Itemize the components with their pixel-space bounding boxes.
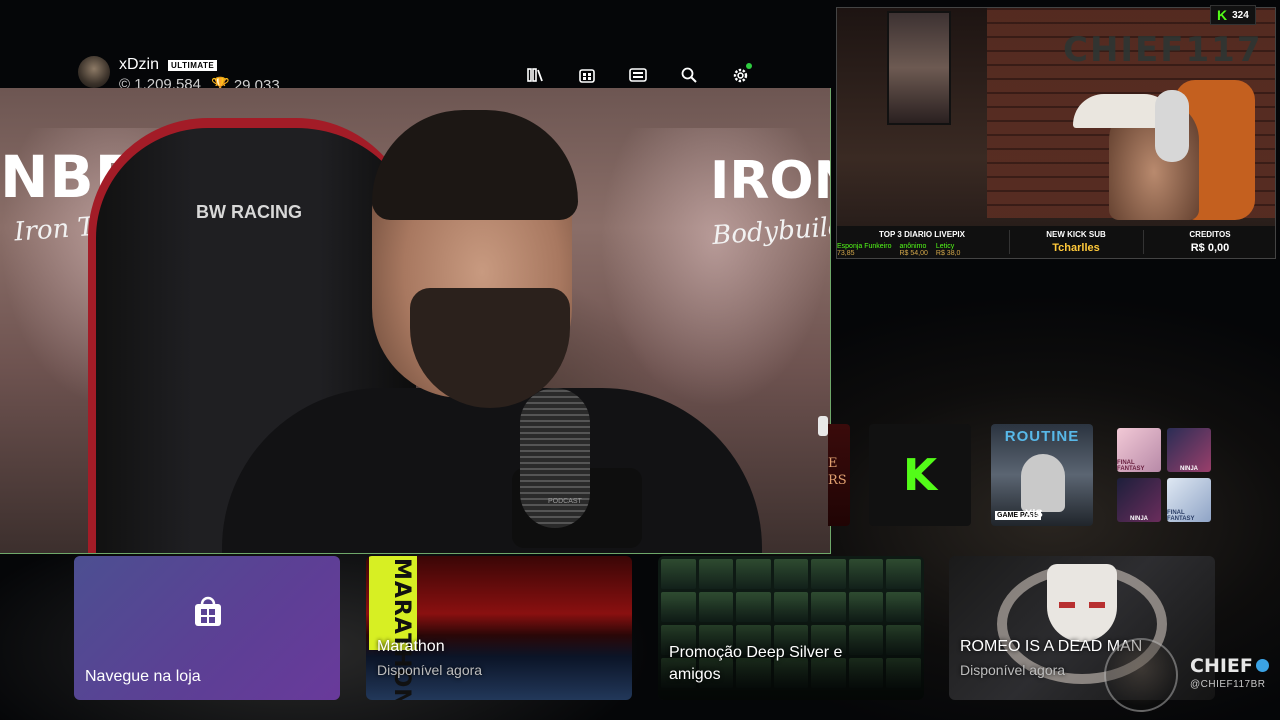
headset bbox=[1155, 90, 1189, 162]
wall-poster bbox=[887, 11, 951, 125]
marathon-logo: MARATHON bbox=[389, 558, 414, 700]
divider bbox=[1143, 230, 1144, 254]
new-sub-name: Tcharlles bbox=[1052, 242, 1100, 254]
watermark-avatar bbox=[1104, 638, 1178, 712]
livepix-item: anônimo R$ 54,00 bbox=[899, 243, 928, 257]
mic-logo: PODCAST bbox=[548, 498, 582, 505]
microphone bbox=[520, 388, 590, 528]
viewer-count-badge: K 324 bbox=[1210, 5, 1256, 25]
game-tile-partial[interactable]: E RS bbox=[828, 424, 850, 526]
game-pass-icon[interactable] bbox=[629, 66, 647, 84]
routine-game-tile[interactable]: ROUTINE GAME PASS X|S bbox=[991, 424, 1093, 526]
person-hair bbox=[372, 110, 578, 220]
webcam-overlay: CHIEF117 TOP 3 DIARIO LIVEPIX Esponja Fu… bbox=[836, 7, 1276, 259]
livepix-column: TOP 3 DIARIO LIVEPIX Esponja Funkeiro 73,… bbox=[837, 226, 1007, 258]
livepix-title: TOP 3 DIARIO LIVEPIX bbox=[879, 230, 965, 239]
game-thumb: NINJA bbox=[1167, 428, 1211, 472]
credits-value: R$ 0,00 bbox=[1190, 242, 1230, 254]
watermark-handle: @CHIEF117BR bbox=[1190, 679, 1266, 690]
store-bag-icon bbox=[195, 596, 221, 626]
main-video[interactable]: NBERG Iron Training Center IRON Bodybuil… bbox=[0, 88, 831, 554]
deep-silver-card[interactable]: Promoção Deep Silver e amigos bbox=[658, 556, 924, 700]
divider bbox=[1009, 230, 1010, 254]
viewer-count: 324 bbox=[1232, 9, 1249, 21]
credits-title: CREDITOS bbox=[1189, 230, 1231, 239]
card-subtitle: Disponível agora bbox=[960, 662, 1066, 678]
stream-ticker: TOP 3 DIARIO LIVEPIX Esponja Funkeiro 73,… bbox=[837, 226, 1275, 258]
card-subtitle: Disponível agora bbox=[377, 662, 483, 678]
gym-sign-right: IRON bbox=[710, 151, 830, 211]
mask-art bbox=[1047, 564, 1117, 642]
avatar[interactable] bbox=[78, 56, 110, 88]
notification-dot bbox=[746, 63, 752, 69]
kick-icon: K bbox=[1217, 7, 1228, 23]
wall-logo: CHIEF117 bbox=[1063, 30, 1263, 70]
gear-icon[interactable] bbox=[731, 63, 752, 84]
new-sub-column: NEW KICK SUB Tcharlles bbox=[1011, 226, 1141, 258]
livepix-item: Leticy R$ 38,0 bbox=[935, 243, 961, 257]
chair-logo: BW RACING bbox=[196, 202, 302, 222]
astronaut-art bbox=[1021, 454, 1065, 512]
library-icon[interactable] bbox=[527, 66, 545, 84]
game-thumb: FINAL FANTASY bbox=[1117, 428, 1161, 472]
search-icon[interactable] bbox=[680, 66, 698, 84]
game-thumb: FINAL FANTASY bbox=[1167, 478, 1211, 522]
xbox-series-badge: X|S bbox=[1025, 508, 1043, 520]
verified-icon bbox=[1255, 659, 1269, 672]
marathon-card[interactable]: MARATHON Marathon Disponível agora bbox=[366, 556, 632, 700]
routine-title: ROUTINE bbox=[1004, 428, 1080, 445]
card-title: Navegue na loja bbox=[85, 668, 201, 685]
card-title: Marathon bbox=[377, 638, 445, 655]
top-nav bbox=[527, 63, 752, 84]
gamertag: xDzin bbox=[119, 56, 160, 73]
new-sub-title: NEW KICK SUB bbox=[1046, 230, 1106, 239]
livepix-list: Esponja Funkeiro 73,85 anônimo R$ 54,00 Le… bbox=[837, 243, 1007, 257]
ultimate-badge: ULTIMATE bbox=[168, 59, 218, 71]
scroll-handle[interactable] bbox=[818, 416, 828, 436]
game-tile-partial-text: E RS bbox=[828, 456, 847, 488]
kick-logo-icon: K bbox=[902, 449, 938, 501]
credits-column: CREDITOS R$ 0,00 bbox=[1145, 226, 1275, 258]
game-group-tile[interactable]: FINAL FANTASY NINJA NINJA FINAL FANTASY bbox=[1117, 428, 1211, 522]
watermark-name: CHIEF bbox=[1190, 655, 1269, 677]
card-title: Promoção Deep Silver e amigos bbox=[669, 644, 843, 683]
person-hoodie bbox=[222, 388, 762, 553]
game-thumb: NINJA bbox=[1117, 478, 1161, 522]
store-card[interactable]: Navegue na loja bbox=[74, 556, 340, 700]
store-icon[interactable] bbox=[578, 66, 596, 84]
kick-app-tile[interactable]: K bbox=[869, 424, 971, 526]
livepix-item: Esponja Funkeiro 73,85 bbox=[837, 243, 892, 257]
